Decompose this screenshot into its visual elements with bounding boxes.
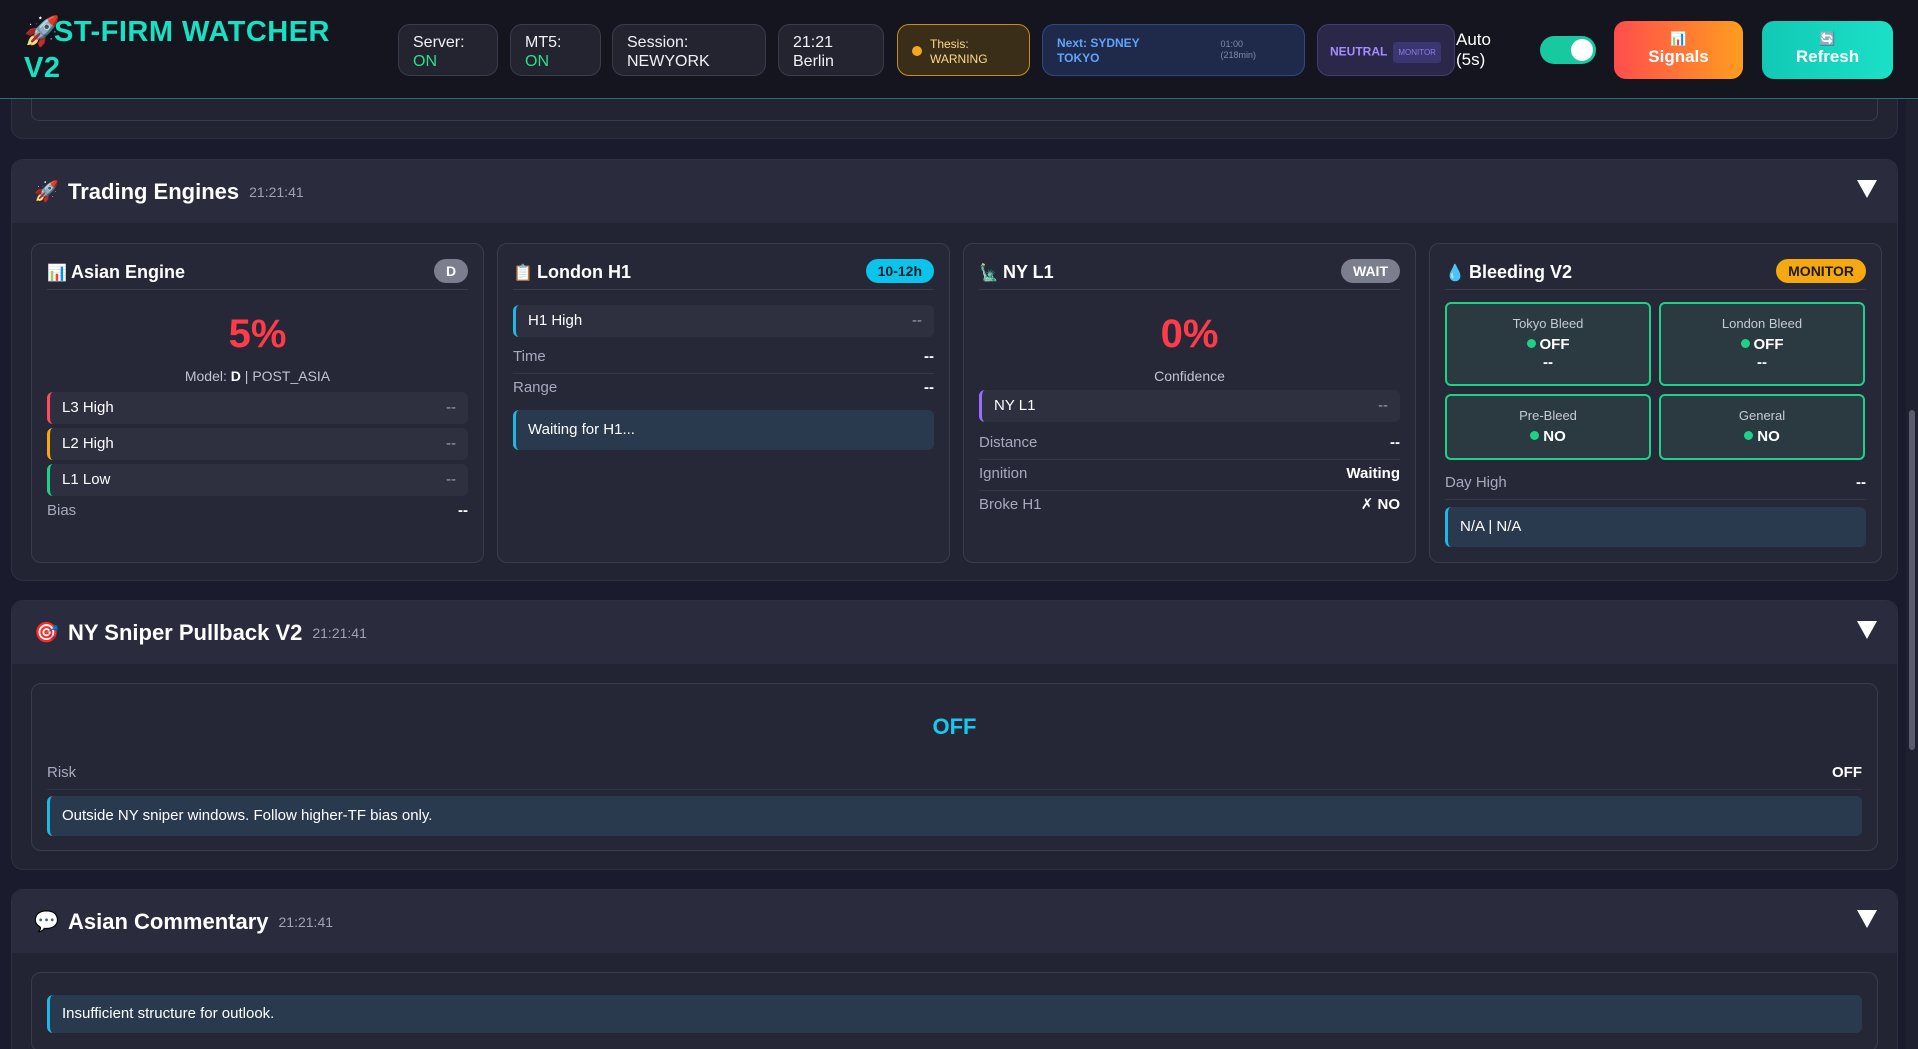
rocket-icon: 🚀	[24, 16, 61, 48]
ny-percent: 0%	[1160, 312, 1219, 356]
trading-engines-section: 🚀 Trading Engines 21:21:41 📊 Asian Engin…	[11, 159, 1898, 581]
asian-engine-header: 📊 Asian Engine D	[47, 256, 468, 290]
sniper-message: Outside NY sniper windows. Follow higher…	[47, 796, 1862, 836]
sniper-state: OFF	[932, 714, 977, 739]
clock: 21:21 Berlin	[778, 24, 884, 76]
time-window-badge: 10-12h	[865, 259, 934, 283]
status-dot-icon	[1530, 431, 1540, 440]
clipboard-icon: 📋	[513, 264, 533, 282]
ny-sniper-section: 🎯 NY Sniper Pullback V2 21:21:41 OFF Ris…	[11, 600, 1898, 870]
confidence-label: Confidence	[1154, 368, 1225, 384]
level-ny-l1: NY L1 --	[979, 390, 1400, 422]
london-bleed-tile: London Bleed OFF --	[1659, 302, 1865, 386]
sniper-risk-row: Risk OFF	[47, 760, 1862, 790]
level-h1-high: H1 High --	[513, 305, 934, 337]
collapse-chevron-icon[interactable]	[1857, 910, 1877, 928]
monitor-badge: MONITOR	[1776, 259, 1866, 283]
pre-bleed-tile: Pre-Bleed NO	[1445, 394, 1651, 460]
warning-dot-icon	[912, 46, 922, 56]
blood-drop-icon: 💧	[1445, 264, 1465, 282]
session-status: Session: NEWYORK	[612, 24, 766, 76]
signals-button[interactable]: 📊 Signals	[1614, 21, 1743, 79]
status-dot-icon	[1744, 431, 1754, 440]
london-range-row: Range --	[513, 379, 934, 396]
ny-sniper-card: OFF Risk OFF Outside NY sniper windows. …	[31, 683, 1878, 851]
ny-l1-header: 🗽 NY L1 WAIT	[979, 256, 1400, 290]
previous-section-remnant	[11, 99, 1898, 139]
ny-distance-row: Distance --	[979, 430, 1400, 460]
app-title: 🚀ST-FIRM WATCHER V2	[24, 16, 330, 84]
bleeding-v2-card: 💧 Bleeding V2 MONITOR Tokyo Bleed OFF --…	[1429, 243, 1882, 563]
commentary-message: Insufficient structure for outlook.	[47, 995, 1862, 1033]
refresh-button[interactable]: 🔄 Refresh	[1762, 21, 1893, 79]
previous-card-remnant	[31, 99, 1878, 121]
level-l1-low: L1 Low --	[47, 464, 468, 496]
general-bleed-tile: General NO	[1659, 394, 1865, 460]
status-dot-icon	[1740, 339, 1750, 348]
scrollbar-thumb[interactable]	[1909, 410, 1915, 750]
target-icon: 🎯	[34, 622, 59, 644]
server-status: Server: ON	[398, 24, 498, 76]
day-high-row: Day High --	[1445, 470, 1866, 500]
thesis-status: Thesis: WARNING	[897, 24, 1030, 76]
status-dot-icon	[1526, 339, 1536, 348]
asian-percent: 5%	[228, 312, 287, 356]
london-h1-header: 📋 London H1 10-12h	[513, 256, 934, 290]
wait-badge: WAIT	[1341, 259, 1400, 283]
auto-refresh-toggle[interactable]	[1540, 36, 1596, 64]
auto-refresh-label: Auto (5s)	[1456, 30, 1491, 69]
level-l3-high: L3 High --	[47, 392, 468, 424]
top-bar: 🚀ST-FIRM WATCHER V2 Server: ON MT5: ON S…	[0, 0, 1918, 99]
model-badge: D	[434, 259, 468, 283]
mt5-status: MT5: ON	[510, 24, 601, 76]
bias-status: NEUTRAL MONITOR	[1317, 24, 1455, 76]
speech-bubble-icon: 💬	[34, 911, 59, 933]
trading-engines-header[interactable]: 🚀 Trading Engines 21:21:41	[12, 160, 1897, 223]
next-session-countdown: 01:00 (218min)	[1220, 39, 1256, 60]
toggle-knob	[1571, 39, 1593, 61]
bar-chart-icon: 📊	[1670, 31, 1687, 46]
tokyo-bleed-tile: Tokyo Bleed OFF --	[1445, 302, 1651, 386]
statue-of-liberty-icon: 🗽	[979, 264, 999, 282]
london-time-row: Time --	[513, 344, 934, 374]
rocket-icon: 🚀	[34, 181, 59, 203]
london-h1-card: 📋 London H1 10-12h H1 High -- Time -- Ra…	[497, 243, 950, 563]
asian-engine-card: 📊 Asian Engine D 5% Model: D | POST_ASIA…	[31, 243, 484, 563]
ny-l1-card: 🗽 NY L1 WAIT 0% Confidence NY L1 -- Dist…	[963, 243, 1416, 563]
next-session: Next: SYDNEY TOKYO 01:00 (218min)	[1042, 24, 1305, 76]
bleeding-v2-header: 💧 Bleeding V2 MONITOR	[1445, 256, 1866, 290]
level-l2-high: L2 High --	[47, 428, 468, 460]
london-status-message: Waiting for H1...	[513, 410, 934, 450]
collapse-chevron-icon[interactable]	[1857, 180, 1877, 198]
asian-commentary-section: 💬 Asian Commentary 21:21:41 Insufficient…	[11, 889, 1898, 1049]
ny-ignition-row: Ignition Waiting	[979, 461, 1400, 491]
asian-bias-row: Bias --	[47, 502, 468, 519]
asian-commentary-card: Insufficient structure for outlook.	[31, 972, 1878, 1049]
monitor-tag: MONITOR	[1393, 42, 1441, 63]
bleeding-status-message: N/A | N/A	[1445, 507, 1866, 547]
ny-sniper-header[interactable]: 🎯 NY Sniper Pullback V2 21:21:41	[12, 601, 1897, 664]
page-scrollbar[interactable]	[1906, 100, 1918, 1049]
ny-broke-h1-row: Broke H1 ✗ NO	[979, 496, 1400, 513]
collapse-chevron-icon[interactable]	[1857, 621, 1877, 639]
refresh-icon: 🔄	[1819, 31, 1836, 46]
bar-chart-icon: 📊	[47, 264, 67, 282]
asian-model-line: Model: D | POST_ASIA	[184, 368, 331, 384]
asian-commentary-header[interactable]: 💬 Asian Commentary 21:21:41	[12, 890, 1897, 953]
